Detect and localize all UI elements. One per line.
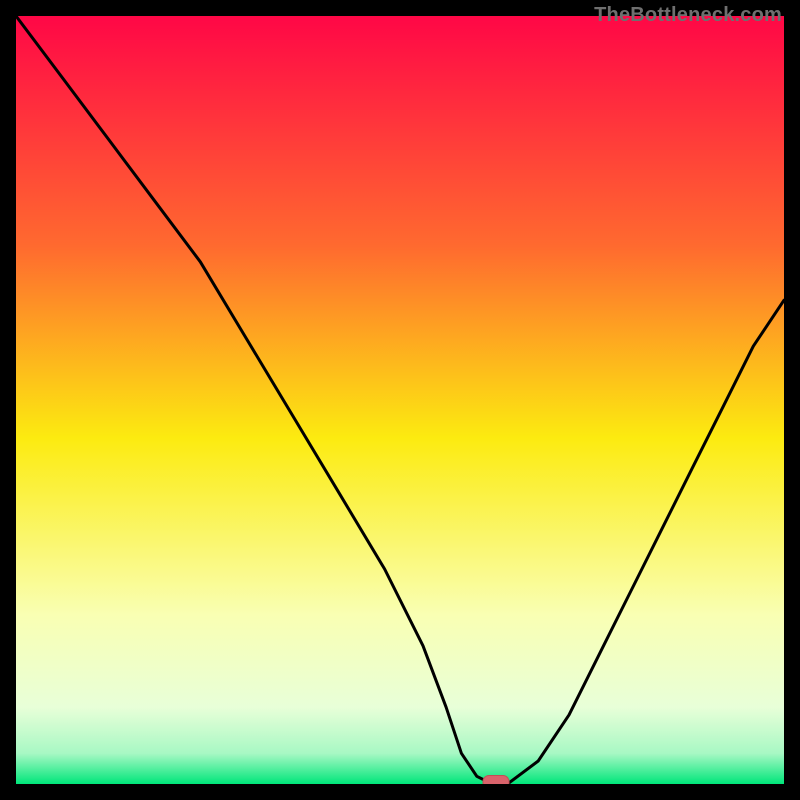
attribution-text: TheBottleneck.com	[594, 4, 782, 27]
chart-frame: TheBottleneck.com	[0, 0, 800, 800]
plot-area	[16, 16, 784, 784]
bottleneck-chart	[16, 16, 784, 784]
optimal-marker	[483, 776, 509, 785]
gradient-background	[16, 16, 784, 784]
